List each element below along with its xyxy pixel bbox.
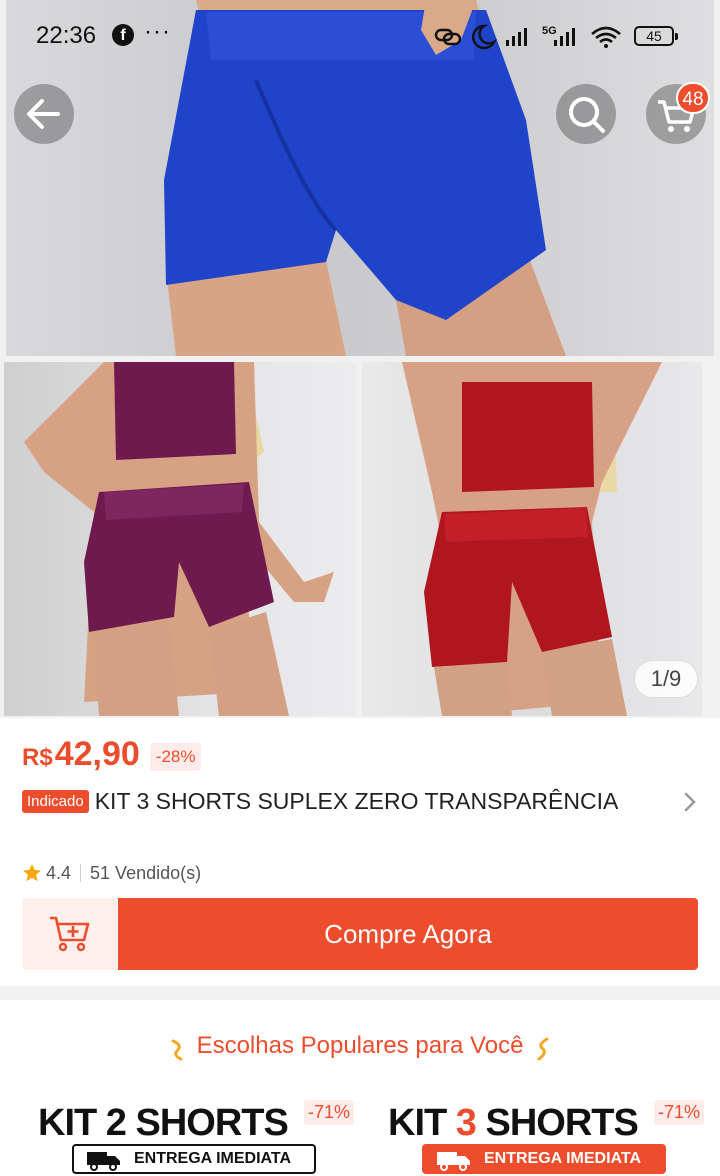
divider <box>80 864 82 882</box>
product-card[interactable]: KIT 3 SHORTS -71% ENTREGA IMEDIATA <box>366 1094 706 1176</box>
status-time: 22:36 <box>36 22 97 49</box>
add-cart-icon <box>50 916 90 952</box>
popular-heading: Escolhas Populares para Você <box>196 1032 524 1059</box>
search-icon <box>569 97 605 133</box>
wifi-icon <box>591 26 621 44</box>
battery-indicator: 45 <box>634 26 678 46</box>
delivery-truck-icon <box>437 1152 470 1171</box>
svg-text:5G: 5G <box>542 25 557 37</box>
product-photo-purple-outfit <box>4 362 356 716</box>
rating-value: 4.4 <box>46 862 72 883</box>
discount-badge: -28% <box>149 743 202 771</box>
cart-count-badge: 48 <box>676 82 710 114</box>
product-title-row[interactable]: Indicado KIT 3 SHORTS SUPLEX ZERO TRANSP… <box>22 784 698 818</box>
sparkle-right-icon <box>537 1037 549 1061</box>
image-counter: 1/9 <box>634 660 698 698</box>
star-icon <box>23 864 41 882</box>
moon-icon <box>472 24 498 50</box>
signal-icon-2 <box>554 28 575 46</box>
buy-now-button[interactable]: Compre Agora <box>118 898 698 970</box>
chevron-right-icon[interactable] <box>678 788 702 816</box>
product-price: 42,90 <box>54 734 140 773</box>
product-title: KIT 3 SHORTS SUPLEX ZERO TRANSPARÊNCIA <box>94 787 619 814</box>
section-divider <box>0 986 720 1000</box>
card-discount-badge: -71% <box>653 1100 704 1125</box>
status-bar: 22:36 f ··· 5G 45 <box>0 0 720 72</box>
sold-count: 51 Vendido(s) <box>90 862 202 883</box>
delivery-truck-icon <box>87 1152 120 1171</box>
sparkle-left-icon <box>171 1039 183 1061</box>
facebook-icon: f <box>112 24 134 46</box>
card-discount-badge: -71% <box>303 1100 354 1125</box>
shipping-badge: ENTREGA IMEDIATA <box>422 1144 666 1174</box>
link-icon <box>434 28 462 46</box>
popular-section-header: Escolhas Populares para Você <box>0 1032 720 1068</box>
card-title: KIT 2 SHORTS <box>38 1102 289 1144</box>
price-row: R$ 42,90 -28% <box>22 732 202 776</box>
back-button[interactable] <box>14 84 74 144</box>
product-card[interactable]: KIT 2 SHORTS -71% ENTREGA IMEDIATA <box>16 1094 356 1176</box>
arrow-left-icon <box>27 99 60 129</box>
card-title: KIT 3 SHORTS <box>388 1102 639 1144</box>
rating-row: 4.4 51 Vendido(s) <box>22 860 201 886</box>
add-to-cart-button[interactable] <box>22 898 118 970</box>
search-button[interactable] <box>556 84 616 144</box>
currency-symbol: R$ <box>22 744 53 771</box>
recommended-tag: Indicado <box>22 789 89 813</box>
signal-icon-1 <box>506 28 527 46</box>
more-notifications-icon: ··· <box>144 18 171 45</box>
shipping-badge: ENTREGA IMEDIATA <box>72 1144 316 1174</box>
